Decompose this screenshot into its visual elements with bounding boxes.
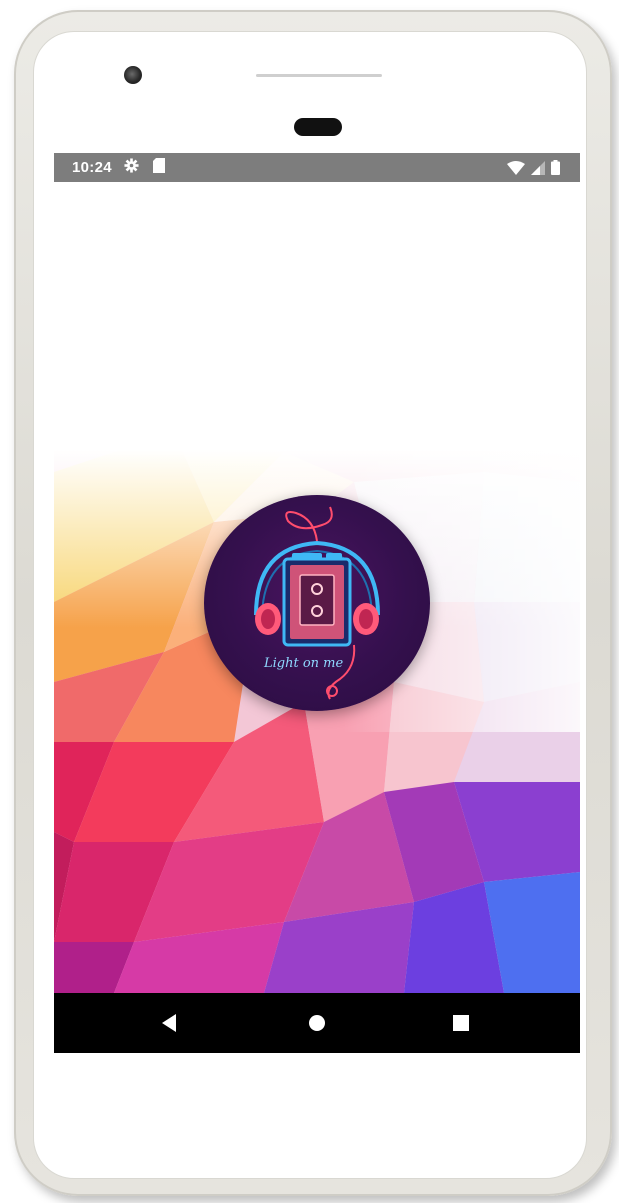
back-icon[interactable] <box>157 1011 181 1035</box>
front-camera <box>124 66 142 84</box>
app-logo: Light on me <box>204 495 430 711</box>
navigation-bar <box>54 993 580 1053</box>
status-time: 10:24 <box>72 159 112 176</box>
logo-text: Light on me <box>263 656 344 671</box>
sd-card-icon <box>152 158 165 177</box>
cell-signal-icon <box>531 160 545 179</box>
gear-icon <box>124 158 139 177</box>
speaker-grille <box>256 74 382 77</box>
status-bar: 10:24 <box>54 153 580 182</box>
device-screen: 10:24 Light on me <box>54 153 580 1053</box>
battery-icon <box>551 160 560 179</box>
earpiece <box>294 118 342 136</box>
wifi-icon <box>507 160 525 179</box>
splash-screen: Light on me <box>54 182 580 993</box>
home-icon[interactable] <box>305 1011 329 1035</box>
recents-icon[interactable] <box>449 1011 473 1035</box>
